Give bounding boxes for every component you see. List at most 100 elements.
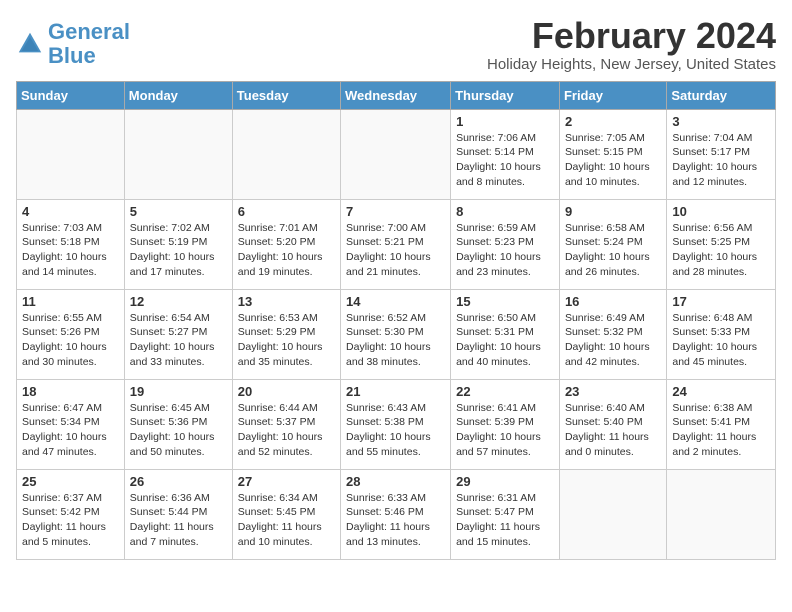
- day-header-saturday: Saturday: [667, 81, 776, 109]
- day-number: 21: [346, 384, 445, 399]
- location-title: Holiday Heights, New Jersey, United Stat…: [16, 56, 776, 73]
- day-number: 9: [565, 204, 661, 219]
- logo-part1: General: [48, 19, 130, 44]
- week-row-5: 25Sunrise: 6:37 AMSunset: 5:42 PMDayligh…: [17, 469, 776, 559]
- calendar-cell: 10 Sunrise: 6:56 AMSunset: 5:25 PMDayligh…: [667, 199, 776, 289]
- calendar-cell: 22 Sunrise: 6:41 AMSunset: 5:39 PMDayligh…: [451, 379, 560, 469]
- day-header-wednesday: Wednesday: [341, 81, 451, 109]
- day-detail: Sunrise: 6:55 AMSunset: 5:26 PMDaylight:…: [22, 311, 119, 370]
- day-number: 7: [346, 204, 445, 219]
- day-detail: Sunrise: 6:38 AMSunset: 5:41 PMDaylight:…: [672, 401, 770, 460]
- day-number: 8: [456, 204, 554, 219]
- day-number: 15: [456, 294, 554, 309]
- calendar-cell: 3 Sunrise: 7:04 AMSunset: 5:17 PMDaylight…: [667, 109, 776, 199]
- calendar-cell: 23 Sunrise: 6:40 AMSunset: 5:40 PMDayligh…: [559, 379, 666, 469]
- day-detail: Sunrise: 6:48 AMSunset: 5:33 PMDaylight:…: [672, 311, 770, 370]
- days-header-row: SundayMondayTuesdayWednesdayThursdayFrid…: [17, 81, 776, 109]
- calendar-cell: 17Sunrise: 6:48 AMSunset: 5:33 PMDayligh…: [667, 289, 776, 379]
- calendar-cell: 7 Sunrise: 7:00 AMSunset: 5:21 PMDaylight…: [341, 199, 451, 289]
- day-number: 29: [456, 474, 554, 489]
- day-detail: Sunrise: 7:01 AMSunset: 5:20 PMDaylight:…: [238, 221, 335, 280]
- day-detail: Sunrise: 6:56 AMSunset: 5:25 PMDaylight:…: [672, 221, 770, 280]
- day-number: 13: [238, 294, 335, 309]
- week-row-3: 11 Sunrise: 6:55 AMSunset: 5:26 PMDayligh…: [17, 289, 776, 379]
- calendar-cell: [17, 109, 125, 199]
- logo-part2: Blue: [48, 43, 96, 68]
- calendar-cell: 21 Sunrise: 6:43 AMSunset: 5:38 PMDayligh…: [341, 379, 451, 469]
- calendar-cell: 2Sunrise: 7:05 AMSunset: 5:15 PMDaylight…: [559, 109, 666, 199]
- day-number: 28: [346, 474, 445, 489]
- calendar-cell: 18 Sunrise: 6:47 AMSunset: 5:34 PMDayligh…: [17, 379, 125, 469]
- day-detail: Sunrise: 6:34 AMSunset: 5:45 PMDaylight:…: [238, 491, 335, 550]
- day-detail: Sunrise: 6:44 AMSunset: 5:37 PMDaylight:…: [238, 401, 335, 460]
- day-detail: Sunrise: 7:06 AMSunset: 5:14 PMDaylight:…: [456, 131, 554, 190]
- day-number: 24: [672, 384, 770, 399]
- calendar-cell: 6Sunrise: 7:01 AMSunset: 5:20 PMDaylight…: [232, 199, 340, 289]
- calendar-cell: 4 Sunrise: 7:03 AMSunset: 5:18 PMDaylight…: [17, 199, 125, 289]
- week-row-2: 4 Sunrise: 7:03 AMSunset: 5:18 PMDaylight…: [17, 199, 776, 289]
- day-detail: Sunrise: 6:36 AMSunset: 5:44 PMDaylight:…: [130, 491, 227, 550]
- day-number: 5: [130, 204, 227, 219]
- calendar-cell: 27 Sunrise: 6:34 AMSunset: 5:45 PMDayligh…: [232, 469, 340, 559]
- day-number: 16: [565, 294, 661, 309]
- calendar-cell: [559, 469, 666, 559]
- day-detail: Sunrise: 6:54 AMSunset: 5:27 PMDaylight:…: [130, 311, 227, 370]
- day-detail: Sunrise: 6:37 AMSunset: 5:42 PMDaylight:…: [22, 491, 119, 550]
- calendar-cell: 15 Sunrise: 6:50 AMSunset: 5:31 PMDayligh…: [451, 289, 560, 379]
- calendar-cell: 9Sunrise: 6:58 AMSunset: 5:24 PMDaylight…: [559, 199, 666, 289]
- day-detail: Sunrise: 7:04 AMSunset: 5:17 PMDaylight:…: [672, 131, 770, 190]
- calendar-cell: 24 Sunrise: 6:38 AMSunset: 5:41 PMDayligh…: [667, 379, 776, 469]
- day-number: 18: [22, 384, 119, 399]
- calendar-cell: 20Sunrise: 6:44 AMSunset: 5:37 PMDayligh…: [232, 379, 340, 469]
- logo: General Blue: [16, 20, 130, 68]
- day-detail: Sunrise: 6:47 AMSunset: 5:34 PMDaylight:…: [22, 401, 119, 460]
- day-detail: Sunrise: 6:53 AMSunset: 5:29 PMDaylight:…: [238, 311, 335, 370]
- day-number: 19: [130, 384, 227, 399]
- calendar-cell: 25Sunrise: 6:37 AMSunset: 5:42 PMDayligh…: [17, 469, 125, 559]
- day-header-sunday: Sunday: [17, 81, 125, 109]
- day-detail: Sunrise: 6:43 AMSunset: 5:38 PMDaylight:…: [346, 401, 445, 460]
- day-number: 1: [456, 114, 554, 129]
- day-header-monday: Monday: [124, 81, 232, 109]
- day-header-tuesday: Tuesday: [232, 81, 340, 109]
- day-number: 11: [22, 294, 119, 309]
- calendar-cell: 5Sunrise: 7:02 AMSunset: 5:19 PMDaylight…: [124, 199, 232, 289]
- day-header-thursday: Thursday: [451, 81, 560, 109]
- logo-icon: [16, 30, 44, 58]
- day-detail: Sunrise: 6:49 AMSunset: 5:32 PMDaylight:…: [565, 311, 661, 370]
- calendar-cell: 16 Sunrise: 6:49 AMSunset: 5:32 PMDayligh…: [559, 289, 666, 379]
- logo-name: General Blue: [48, 20, 130, 68]
- calendar-cell: 28Sunrise: 6:33 AMSunset: 5:46 PMDayligh…: [341, 469, 451, 559]
- day-detail: Sunrise: 6:31 AMSunset: 5:47 PMDaylight:…: [456, 491, 554, 550]
- day-detail: Sunrise: 6:41 AMSunset: 5:39 PMDaylight:…: [456, 401, 554, 460]
- calendar-table: SundayMondayTuesdayWednesdayThursdayFrid…: [16, 81, 776, 560]
- day-number: 22: [456, 384, 554, 399]
- calendar-cell: 12 Sunrise: 6:54 AMSunset: 5:27 PMDayligh…: [124, 289, 232, 379]
- day-number: 4: [22, 204, 119, 219]
- day-number: 3: [672, 114, 770, 129]
- calendar-cell: 29 Sunrise: 6:31 AMSunset: 5:47 PMDayligh…: [451, 469, 560, 559]
- calendar-cell: 8 Sunrise: 6:59 AMSunset: 5:23 PMDaylight…: [451, 199, 560, 289]
- day-detail: Sunrise: 6:50 AMSunset: 5:31 PMDaylight:…: [456, 311, 554, 370]
- day-detail: Sunrise: 7:05 AMSunset: 5:15 PMDaylight:…: [565, 131, 661, 190]
- calendar-cell: [124, 109, 232, 199]
- month-title: February 2024: [16, 16, 776, 56]
- calendar-cell: 19Sunrise: 6:45 AMSunset: 5:36 PMDayligh…: [124, 379, 232, 469]
- day-detail: Sunrise: 7:00 AMSunset: 5:21 PMDaylight:…: [346, 221, 445, 280]
- day-detail: Sunrise: 6:59 AMSunset: 5:23 PMDaylight:…: [456, 221, 554, 280]
- day-detail: Sunrise: 7:03 AMSunset: 5:18 PMDaylight:…: [22, 221, 119, 280]
- calendar-cell: 26 Sunrise: 6:36 AMSunset: 5:44 PMDayligh…: [124, 469, 232, 559]
- calendar-cell: 1 Sunrise: 7:06 AMSunset: 5:14 PMDaylight…: [451, 109, 560, 199]
- calendar-cell: 14Sunrise: 6:52 AMSunset: 5:30 PMDayligh…: [341, 289, 451, 379]
- day-detail: Sunrise: 6:52 AMSunset: 5:30 PMDaylight:…: [346, 311, 445, 370]
- day-number: 26: [130, 474, 227, 489]
- day-detail: Sunrise: 6:40 AMSunset: 5:40 PMDaylight:…: [565, 401, 661, 460]
- day-number: 10: [672, 204, 770, 219]
- day-number: 12: [130, 294, 227, 309]
- calendar-body: 1 Sunrise: 7:06 AMSunset: 5:14 PMDaylight…: [17, 109, 776, 559]
- week-row-4: 18 Sunrise: 6:47 AMSunset: 5:34 PMDayligh…: [17, 379, 776, 469]
- day-number: 23: [565, 384, 661, 399]
- calendar-cell: [667, 469, 776, 559]
- calendar-cell: [232, 109, 340, 199]
- day-number: 27: [238, 474, 335, 489]
